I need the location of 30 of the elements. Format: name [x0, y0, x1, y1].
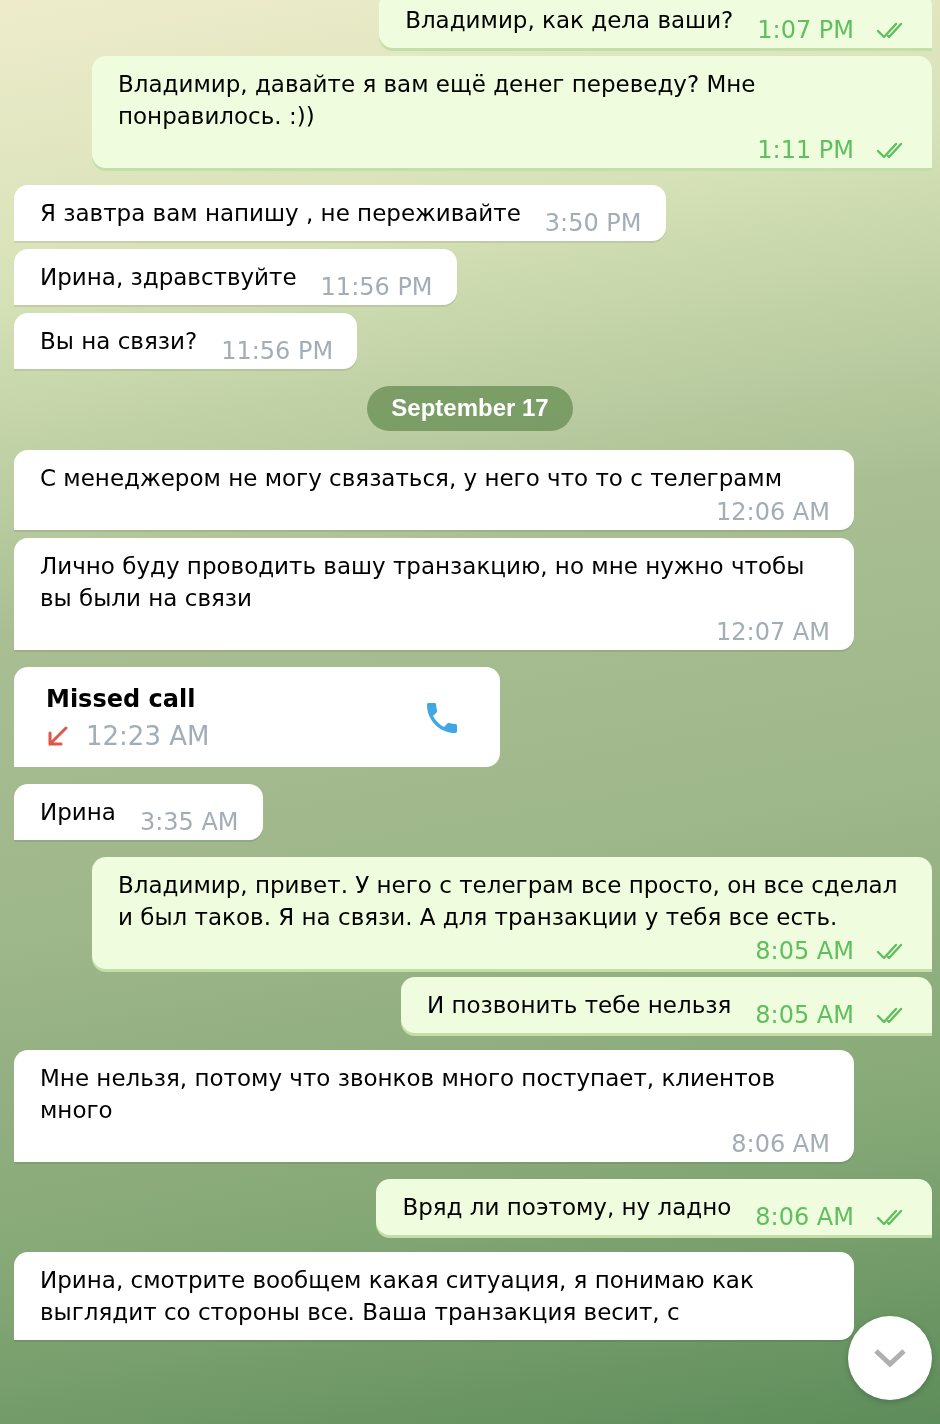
message-time: 1:07 PM [757, 18, 854, 42]
message-time: 8:05 AM [755, 1003, 854, 1027]
message-text: Владимир, привет. У него с телеграм все просто, он все сделал и был таков. Я на связи. А для транзакции у тебя все есть. [118, 871, 899, 932]
message-time: 11:56 PM [320, 275, 433, 299]
call-title: Missed call [46, 685, 197, 713]
message-text: Вряд ли поэтому, ну ладно [402, 1193, 732, 1222]
message-text: Владимир, как дела ваши? [405, 6, 734, 35]
message-text: Ирина [40, 798, 116, 827]
message-text: Лично буду проводить вашу транзакцию, но мне нужно чтобы вы были на связи [40, 552, 806, 613]
message-text: Я завтра вам напишу , не переживайте [40, 199, 521, 228]
message-text: Владимир, давайте я вам ещё денег переведу? Мне понравилось. :)) [118, 70, 757, 131]
message-text: Вы на связи? [40, 327, 198, 356]
message-time: 11:56 PM [221, 339, 334, 363]
scroll-down-button[interactable] [848, 1316, 932, 1400]
message-time: 1:11 PM [757, 138, 854, 162]
message-text: Ирина, смотрите вообщем какая ситуация, я понимаю как выглядит со стороны все. Ваша транзакция весит, с [40, 1266, 755, 1327]
message-text: И позвонить тебе нельзя [426, 991, 732, 1020]
message-text: Ирина, здравствуйте [40, 263, 297, 292]
message-time: 3:35 AM [139, 810, 239, 834]
date-label: September 17 [367, 386, 573, 431]
call-time: 12:23 AM [86, 721, 210, 751]
message-text: Мне нельзя, потому что звонков много поступает, клиентов много [40, 1064, 777, 1125]
message-text: С менеджером не могу связаться, у него что то с телеграмм [40, 464, 783, 493]
message-time: 12:07 AM [716, 620, 830, 644]
message-time: 8:05 AM [755, 939, 854, 963]
message-time: 12:06 AM [716, 500, 830, 524]
message-time: 8:06 AM [755, 1205, 854, 1229]
message-time: 3:50 PM [544, 211, 642, 235]
chevron-down-icon [873, 1348, 907, 1368]
message-time: 8:06 AM [731, 1132, 830, 1156]
